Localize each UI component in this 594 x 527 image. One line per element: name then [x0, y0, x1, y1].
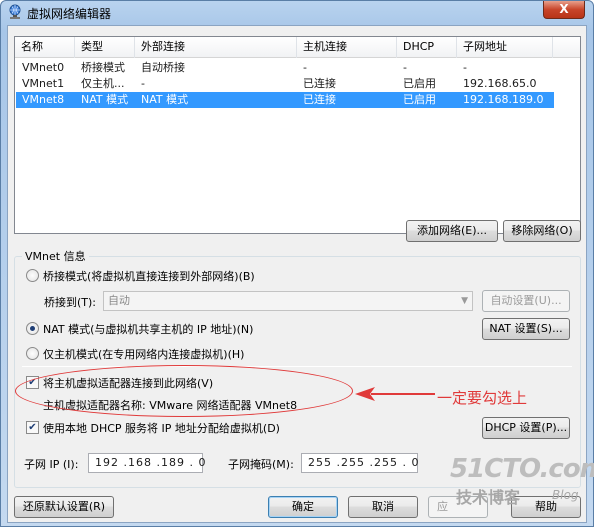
vmnet-info-label: VMnet 信息 — [22, 248, 89, 264]
cell-host: - — [303, 61, 307, 74]
subnet-ip-label: 子网 IP (I): — [24, 458, 79, 471]
cell-subnet: 192.168.189.0 — [463, 93, 544, 106]
chevron-down-icon: ▼ — [461, 296, 468, 306]
watermark-blog: Blog — [552, 488, 579, 502]
cell-external: 自动桥接 — [141, 61, 185, 74]
annotation-arrow-icon — [355, 387, 435, 401]
use-dhcp-checkbox[interactable]: ✔ — [26, 421, 39, 434]
column-header-type[interactable]: 类型 — [75, 37, 135, 58]
cell-type: 仅主机... — [81, 77, 125, 90]
watermark-site: 51CTO.com — [450, 454, 594, 484]
nat-settings-button[interactable]: NAT 设置(S)... — [482, 318, 570, 340]
cell-type: 桥接模式 — [81, 61, 125, 74]
subnet-ip-field[interactable]: 192 .168 .189 . 0 — [88, 453, 205, 473]
cell-name: VMnet8 — [22, 93, 65, 106]
bridged-to-label: 桥接到(T): — [44, 296, 97, 309]
remove-network-button[interactable]: 移除网络(O) — [503, 220, 581, 242]
bridged-to-value: 自动 — [108, 294, 130, 307]
title-bar[interactable]: 虚拟网络编辑器 X — [1, 1, 593, 23]
table-row[interactable]: VMnet1 仅主机... - 已连接 已启用 192.168.65.0 — [16, 76, 554, 92]
cell-subnet: - — [463, 61, 467, 74]
restore-defaults-button[interactable]: 还原默认设置(R) — [14, 496, 114, 518]
cell-dhcp: 已启用 — [403, 77, 436, 90]
network-list[interactable]: 名称 类型 外部连接 主机连接 DHCP 子网地址 VMnet0 桥接模式 自动… — [14, 36, 581, 234]
cell-host: 已连接 — [303, 77, 336, 90]
subnet-mask-label: 子网掩码(M): — [228, 458, 294, 471]
cell-subnet: 192.168.65.0 — [463, 77, 537, 90]
bridged-to-select[interactable]: 自动 ▼ — [103, 291, 473, 311]
column-header-dhcp[interactable]: DHCP — [397, 37, 457, 58]
cell-host: 已连接 — [303, 93, 336, 106]
cell-type: NAT 模式 — [81, 93, 129, 106]
nat-mode-radio[interactable] — [26, 322, 39, 335]
virtual-network-editor-window: 虚拟网络编辑器 X 名称 类型 外部连接 主机连接 DHCP 子网地址 VMne… — [0, 0, 594, 527]
host-only-mode-radio[interactable] — [26, 347, 39, 360]
dialog-client-area: 名称 类型 外部连接 主机连接 DHCP 子网地址 VMnet0 桥接模式 自动… — [7, 25, 587, 523]
auto-settings-button[interactable]: 自动设置(U)... — [482, 290, 570, 312]
section-divider — [22, 366, 572, 367]
site-watermark: 51CTO.com 技术博客 Blog — [450, 454, 594, 507]
cell-external: - — [141, 77, 145, 90]
cell-dhcp: - — [403, 61, 407, 74]
network-globe-icon — [9, 4, 21, 19]
subnet-mask-field[interactable]: 255 .255 .255 . 0 — [301, 453, 418, 473]
table-row[interactable]: VMnet0 桥接模式 自动桥接 - - - — [16, 60, 554, 76]
window-title: 虚拟网络编辑器 — [27, 7, 112, 21]
column-header-host[interactable]: 主机连接 — [297, 37, 397, 58]
use-dhcp-label[interactable]: 使用本地 DHCP 服务将 IP 地址分配给虚拟机(D) — [43, 420, 280, 436]
close-button[interactable]: X — [543, 1, 585, 19]
ok-button[interactable]: 确定 — [268, 496, 338, 518]
annotation-ellipse — [15, 365, 353, 417]
dhcp-settings-button[interactable]: DHCP 设置(P)... — [482, 417, 570, 439]
table-row-selected[interactable]: VMnet8 NAT 模式 NAT 模式 已连接 已启用 192.168.189… — [16, 92, 554, 108]
cell-name: VMnet1 — [22, 77, 65, 90]
column-header-name[interactable]: 名称 — [15, 37, 75, 58]
add-network-button[interactable]: 添加网络(E)... — [406, 220, 498, 242]
watermark-tech-blog: 技术博客 — [456, 488, 521, 507]
bridged-mode-radio[interactable] — [26, 269, 39, 282]
column-header-subnet[interactable]: 子网地址 — [457, 37, 553, 58]
checkmark-icon: ✔ — [28, 422, 37, 433]
annotation-text: 一定要勾选上 — [437, 389, 528, 407]
host-only-mode-label[interactable]: 仅主机模式(在专用网络内连接虚拟机)(H) — [43, 346, 244, 362]
cell-name: VMnet0 — [22, 61, 65, 74]
list-header: 名称 类型 外部连接 主机连接 DHCP 子网地址 — [15, 37, 580, 58]
nat-mode-label[interactable]: NAT 模式(与虚拟机共享主机的 IP 地址)(N) — [43, 321, 253, 337]
cell-dhcp: 已启用 — [403, 93, 436, 106]
bridged-mode-label[interactable]: 桥接模式(将虚拟机直接连接到外部网络)(B) — [43, 268, 255, 284]
column-header-external[interactable]: 外部连接 — [135, 37, 297, 58]
cell-external: NAT 模式 — [141, 93, 189, 106]
cancel-button[interactable]: 取消 — [348, 496, 418, 518]
